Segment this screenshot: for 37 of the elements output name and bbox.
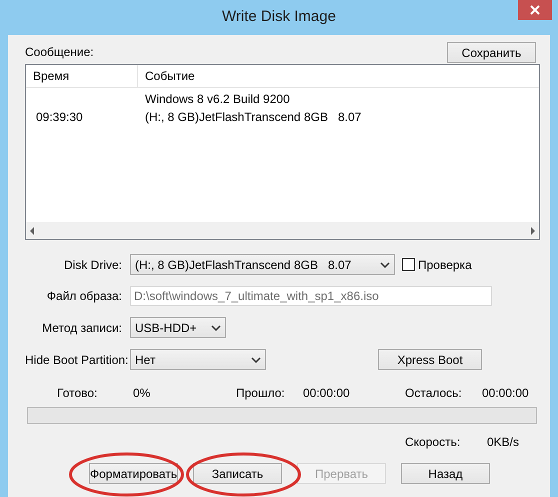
dialog-button[interactable]: Записать [193,463,282,484]
dialog-button[interactable]: Форматировать [89,463,178,484]
dropdown-caret-icon [380,262,390,268]
status-label: Осталось: [405,385,463,402]
field-label: Файл образа: [46,288,123,305]
column-header[interactable]: Время [26,65,138,87]
status-label: Скорость: [405,434,462,451]
status-value: 0KB/s [487,434,520,451]
close-icon [530,5,540,15]
log-label: Сообщение: [25,44,94,61]
checkbox[interactable] [402,258,415,271]
hide-boot-select[interactable]: Нет [130,349,266,370]
status-value: 00:00:00 [482,385,529,402]
dropdown-caret-icon [211,324,221,330]
disk-drive-select[interactable]: (H:, 8 GB)JetFlashTranscend 8GB 8.07 [130,254,395,275]
xpress-boot-button[interactable]: Xpress Boot [378,349,482,370]
checkbox-label: Проверка [418,256,472,274]
status-value: 0% [133,385,152,402]
column-header[interactable]: Событие [138,65,539,87]
write-method-select[interactable]: USB-HDD+ [130,317,226,338]
dropdown-caret-icon [251,356,261,362]
table-cell-text: (H:, 8 GB)JetFlashTranscend 8GB 8.07 [144,109,362,126]
scroll-right-icon[interactable] [530,226,536,234]
field-label: Метод записи: [41,320,123,336]
field-label: Hide Boot Partition: [25,352,130,368]
status-value: 00:00:00 [303,385,351,402]
table-cell: 09:39:30 [36,110,83,124]
status-label: Прошло: [236,385,286,402]
table-cell-text: Windows 8 v6.2 Build 9200 [144,91,290,108]
status-label: Готово: [57,385,98,402]
close-button[interactable] [518,0,552,20]
button[interactable]: Сохранить [447,42,536,63]
window-title: Write Disk Image [222,7,336,28]
dialog-button[interactable]: Назад [401,463,490,484]
scroll-left-icon[interactable] [29,226,35,234]
horizontal-scrollbar[interactable] [26,222,539,239]
field-label: Disk Drive: [62,256,123,274]
